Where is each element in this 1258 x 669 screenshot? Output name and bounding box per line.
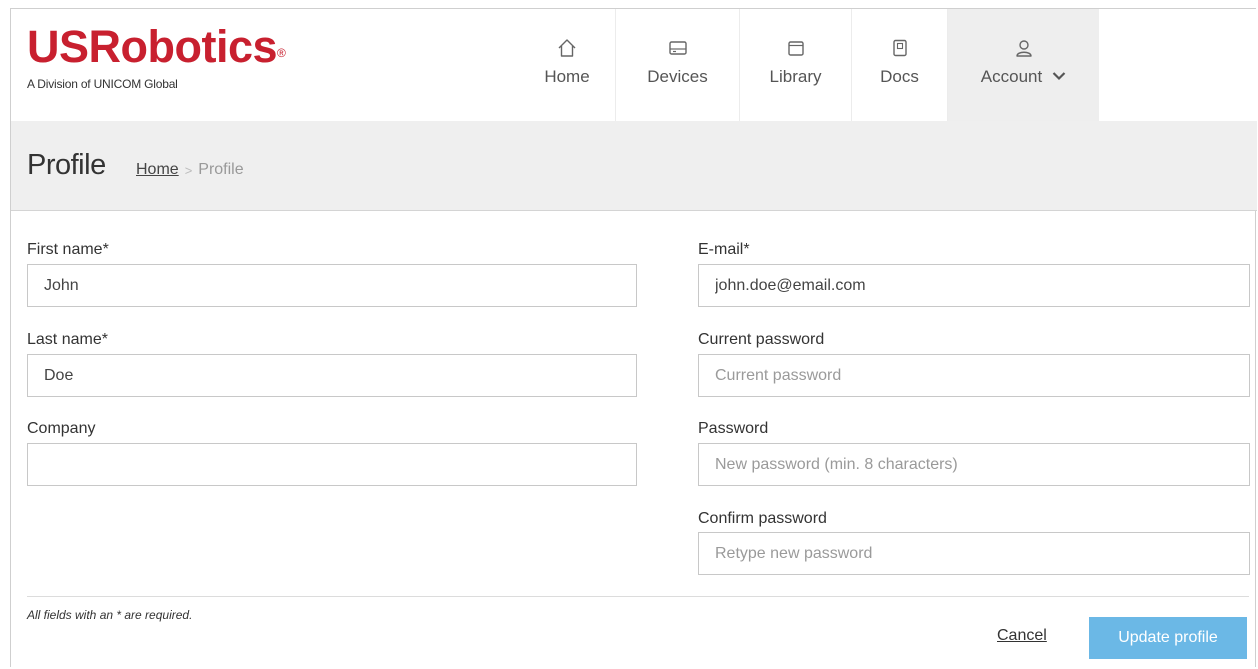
last-name-field[interactable]: [27, 354, 637, 397]
trademark-symbol: ®: [277, 46, 286, 60]
current-password-label: Current password: [698, 331, 825, 348]
account-label-text: Account: [980, 67, 1043, 86]
logo-tagline: A Division of UNICOM Global: [27, 77, 178, 91]
chevron-down-icon: [1052, 66, 1066, 86]
nav-item-devices[interactable]: Devices: [615, 9, 739, 121]
email-label: E-mail*: [698, 241, 750, 258]
docs-icon: [889, 37, 911, 59]
user-icon: [1013, 37, 1035, 59]
current-password-field[interactable]: [698, 354, 1250, 397]
update-profile-button[interactable]: Update profile: [1089, 617, 1247, 659]
nav-label-account: Account: [981, 67, 1066, 88]
header: USRobotics® A Division of UNICOM Global …: [11, 9, 1257, 121]
page-header: Profile Home > Profile: [11, 121, 1257, 211]
breadcrumb-home-link[interactable]: Home: [136, 161, 179, 179]
breadcrumb-current: Profile: [198, 161, 244, 178]
devices-icon: [667, 37, 689, 59]
company-field[interactable]: [27, 443, 637, 486]
new-password-field[interactable]: [698, 443, 1250, 486]
confirm-password-field[interactable]: [698, 532, 1250, 575]
logo-wordmark: USRobotics®: [27, 21, 286, 72]
password-label: Password: [698, 420, 769, 437]
home-icon: [556, 37, 578, 59]
required-fields-note: All fields with an * are required.: [27, 608, 193, 622]
nav-item-account[interactable]: Account: [947, 9, 1099, 121]
breadcrumb-separator: >: [184, 162, 193, 178]
brand-name: USRobotics: [27, 21, 278, 72]
nav-label-home: Home: [544, 67, 590, 86]
library-icon: [785, 37, 807, 59]
first-name-field[interactable]: [27, 264, 637, 307]
last-name-label: Last name*: [27, 331, 108, 348]
breadcrumb: Home > Profile: [136, 161, 244, 179]
main-nav: Home Devices Library Docs Account: [519, 9, 1099, 121]
nav-item-library[interactable]: Library: [739, 9, 851, 121]
cancel-link[interactable]: Cancel: [997, 627, 1047, 645]
confirm-password-label: Confirm password: [698, 510, 827, 527]
app-frame: USRobotics® A Division of UNICOM Global …: [10, 8, 1257, 667]
nav-item-docs[interactable]: Docs: [851, 9, 947, 121]
nav-item-home[interactable]: Home: [519, 9, 615, 121]
page-title: Profile: [27, 149, 106, 181]
nav-label-devices: Devices: [647, 67, 708, 86]
company-label: Company: [27, 420, 96, 437]
email-field[interactable]: [698, 264, 1250, 307]
first-name-label: First name*: [27, 241, 109, 258]
form-divider: [27, 596, 1249, 597]
logo[interactable]: USRobotics® A Division of UNICOM Global: [27, 21, 286, 92]
nav-label-library: Library: [769, 67, 822, 86]
nav-label-docs: Docs: [880, 67, 919, 86]
